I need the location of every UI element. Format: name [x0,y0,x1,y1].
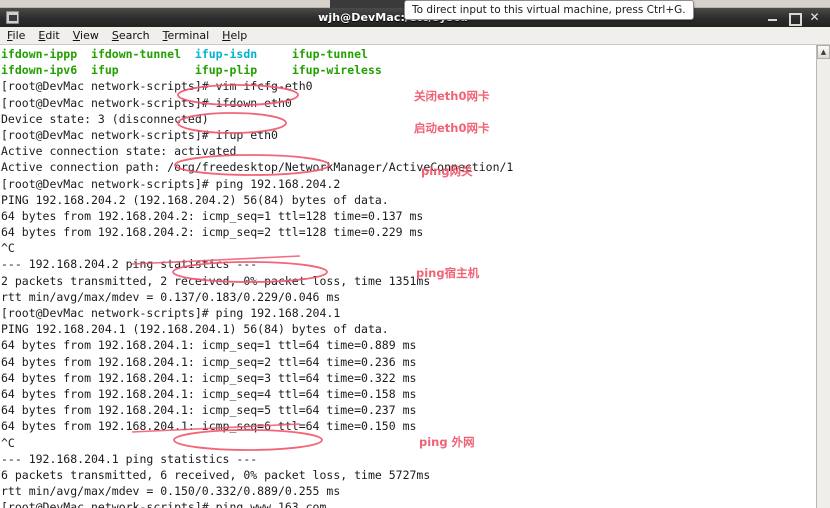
terminal-line: [root@DevMac network-scripts]# ping 192.… [1,176,341,191]
menu-item-search[interactable]: Search [112,29,150,42]
terminal-filename: ifup-plip [194,63,292,78]
menu-item-edit[interactable]: Edit [38,29,59,42]
terminal-line: 64 bytes from 192.168.204.1: icmp_seq=3 … [1,370,417,385]
terminal-line: PING 192.168.204.2 (192.168.204.2) 56(84… [1,192,389,207]
terminal-line: [root@DevMac network-scripts]# vim ifcfg… [1,79,313,94]
terminal-icon [6,11,19,24]
vm-input-tooltip-text: To direct input to this virtual machine,… [412,4,686,16]
close-button[interactable]: ✕ [809,11,820,23]
terminal-line: rtt min/avg/max/mdev = 0.137/0.183/0.229… [1,289,341,304]
menu-item-help[interactable]: Help [222,29,247,42]
terminal-line: 64 bytes from 192.168.204.1: icmp_seq=6 … [1,419,417,434]
terminal-line: 64 bytes from 192.168.204.2: icmp_seq=1 … [1,208,424,223]
maximize-button[interactable] [788,12,802,26]
terminal-line: Device state: 3 (disconnected) [1,111,209,126]
terminal-line: ^C [1,241,15,256]
terminal-line: 64 bytes from 192.168.204.1: icmp_seq=4 … [1,386,417,401]
terminal-filename: ifdown-ippp [1,47,92,61]
vm-input-tooltip: To direct input to this virtual machine,… [404,0,694,20]
anno-ping-gw: ping网关 [421,164,473,178]
terminal-filename: ifup [91,63,195,78]
terminal-line: rtt min/avg/max/mdev = 0.150/0.332/0.889… [1,484,341,499]
terminal-line: ifdown-ippp ifdown-tunnel ifup-isdn ifup… [1,46,816,62]
terminal-line: ifdown-ipv6 ifup ifup-plip ifup-wireless [1,62,816,78]
terminal-line: 2 packets transmitted, 2 received, 0% pa… [1,273,431,288]
anno-ping-host: ping宿主机 [416,266,480,280]
menu-item-view[interactable]: View [73,29,99,42]
menu-item-file[interactable]: File [7,29,25,42]
terminal-filename: ifdown-ipv6 [1,63,92,78]
vm-window: wjh@DevMac:/etc/syscd ✕ To direct input … [0,0,830,508]
terminal-filename: ifup-wireless [291,63,382,78]
terminal-filename: ifdown-tunnel [91,47,195,61]
window-controls: ✕ [767,11,820,26]
terminal-line: --- 192.168.204.2 ping statistics --- [1,257,258,272]
terminal-line: 64 bytes from 192.168.204.1: icmp_seq=5 … [1,403,417,418]
terminal-line: --- 192.168.204.1 ping statistics --- [1,451,258,466]
anno-ping-ext: ping 外网 [419,435,475,449]
terminal-line: 6 packets transmitted, 6 received, 0% pa… [1,467,431,482]
terminal-line: [root@DevMac network-scripts]# ifdown et… [1,95,292,110]
minimize-button[interactable] [767,12,778,23]
menu-bar: File Edit View Search Terminal Help [0,27,830,45]
terminal-line: 64 bytes from 192.168.204.1: icmp_seq=1 … [1,338,417,353]
anno-ifdown: 关闭eth0网卡 [414,89,490,103]
scrollbar-track[interactable] [817,59,830,508]
scroll-up-arrow[interactable]: ▲ [817,45,830,59]
terminal-line: [root@DevMac network-scripts]# ping 192.… [1,306,341,320]
terminal-line: Active connection state: activated [1,144,237,159]
terminal-line: ^C [1,435,15,450]
terminal-scrollbar[interactable]: ▲ [816,45,830,508]
terminal-filename: ifup-tunnel [291,47,368,61]
terminal-filename: ifup-isdn [194,47,292,61]
terminal-line: PING 192.168.204.1 (192.168.204.1) 56(84… [1,322,389,337]
menu-item-terminal[interactable]: Terminal [163,29,210,42]
terminal-line: 64 bytes from 192.168.204.2: icmp_seq=2 … [1,225,424,240]
anno-ifup: 启动eth0网卡 [414,121,490,135]
terminal-line: Active connection path: /org/freedesktop… [1,160,514,175]
terminal-line: [root@DevMac network-scripts]# ping www.… [1,500,327,508]
terminal-line: [root@DevMac network-scripts]# ifup eth0 [1,127,278,142]
terminal-output[interactable]: ifdown-ippp ifdown-tunnel ifup-isdn ifup… [0,45,816,508]
terminal-line: 64 bytes from 192.168.204.1: icmp_seq=2 … [1,354,417,369]
